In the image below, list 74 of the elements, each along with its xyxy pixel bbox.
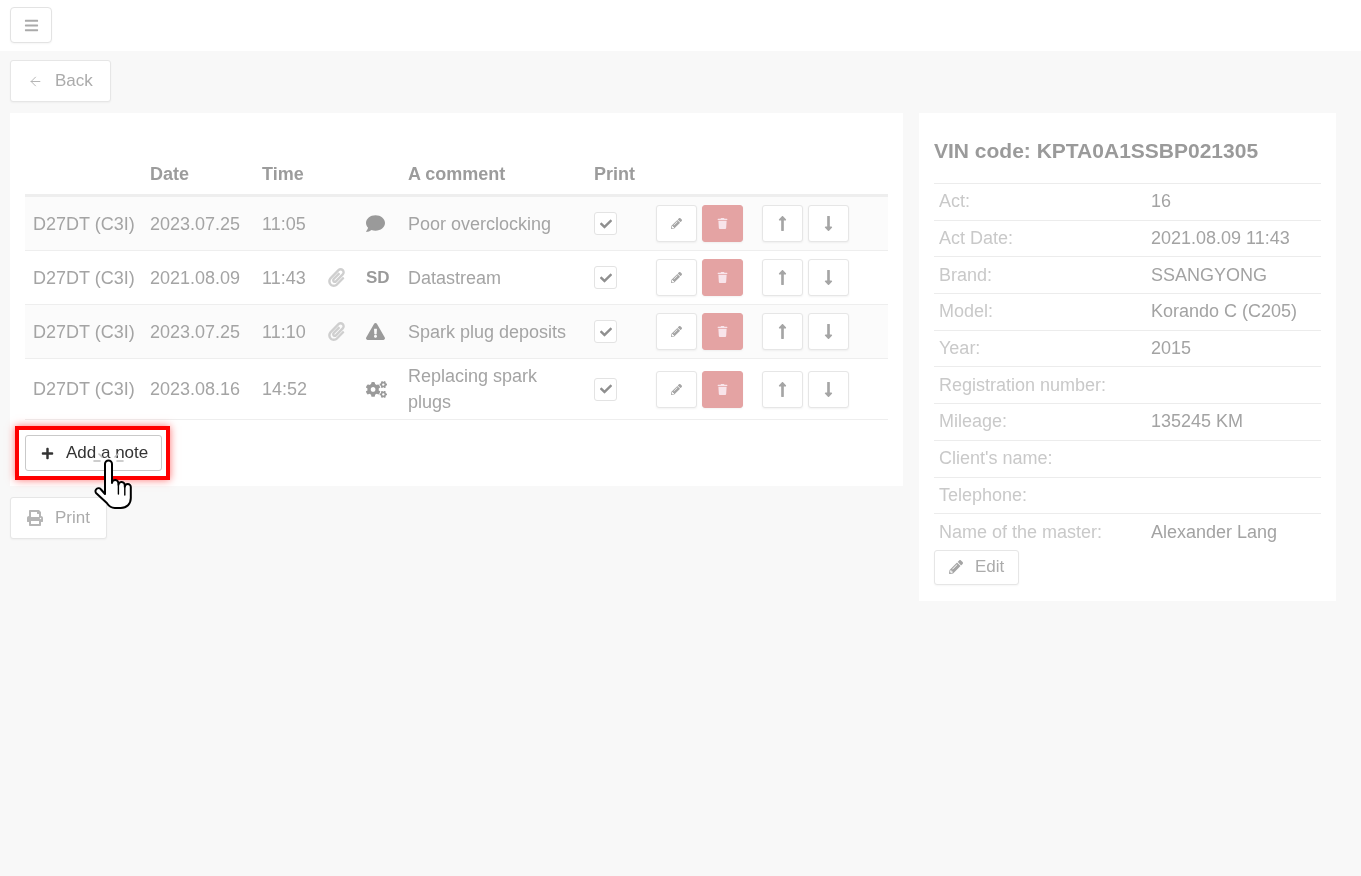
check-icon — [599, 325, 612, 338]
table-cell-text: 2023.08.16 — [150, 378, 241, 401]
move-down-button[interactable] — [808, 259, 849, 296]
arrow-left-icon — [28, 73, 43, 89]
delete-button[interactable] — [702, 313, 743, 350]
field-value: Korando C (C205) — [1150, 301, 1298, 323]
warning-icon — [366, 322, 385, 341]
edit-button[interactable] — [656, 313, 697, 350]
move-down-button[interactable] — [808, 370, 849, 408]
trash-icon — [717, 383, 728, 395]
move-up-button[interactable] — [762, 313, 803, 350]
column-header: Time — [261, 164, 304, 185]
menu-button[interactable] — [10, 7, 52, 43]
table-cell-text: D27DT (C3I) — [33, 320, 135, 344]
table-cell-text: 2023.07.25 — [150, 320, 241, 344]
move-up-button[interactable] — [762, 205, 803, 242]
add-note-button[interactable]: Add a note — [25, 435, 163, 471]
check-icon — [599, 383, 612, 395]
table-cell-text: 2021.08.09 — [150, 266, 241, 290]
speech-bubble-icon — [366, 214, 385, 233]
field-value: 135245 KM — [1150, 411, 1244, 433]
trash-icon — [717, 326, 728, 337]
pencil-icon — [671, 383, 682, 395]
check-icon — [599, 217, 612, 230]
table-cell-text: D27DT (C3I) — [33, 266, 135, 290]
table-cell-text: 11:43 — [262, 266, 306, 290]
type-label: SD — [366, 267, 390, 288]
delete-button[interactable] — [702, 205, 743, 242]
printer-icon — [27, 510, 43, 526]
edit-button[interactable]: Edit — [934, 549, 1020, 585]
field-value: SSANGYONG — [1150, 264, 1268, 286]
field-value: Alexander Lang — [1150, 521, 1278, 543]
field-value: 2015 — [1150, 338, 1192, 360]
pencil-icon — [949, 560, 963, 575]
print-checkbox[interactable] — [594, 212, 617, 235]
move-up-button[interactable] — [762, 259, 803, 296]
gears-icon — [366, 378, 387, 400]
trash-icon — [717, 272, 728, 283]
table-cell-text: 2023.07.25 — [150, 212, 241, 236]
table-cell-text: D27DT (C3I) — [33, 212, 135, 236]
print-checkbox[interactable] — [594, 377, 617, 401]
print-button[interactable]: Print — [10, 497, 107, 539]
table-cell-text: Replacing spark plugs — [408, 365, 539, 414]
column-header: Date — [149, 164, 189, 185]
back-button[interactable]: Back — [10, 60, 111, 102]
pencil-icon — [671, 272, 682, 283]
plus-icon — [41, 446, 54, 460]
edit-button[interactable] — [656, 259, 697, 296]
pencil-icon — [671, 326, 682, 337]
table-cell-text: 11:05 — [262, 212, 306, 236]
column-header: Print — [593, 164, 635, 185]
field-value: 16 — [1150, 191, 1172, 213]
menu-icon — [23, 17, 39, 33]
delete-button[interactable] — [702, 370, 743, 408]
table-cell-text: D27DT (C3I) — [33, 378, 135, 401]
trash-icon — [717, 218, 728, 229]
table-cell-text: 14:52 — [262, 378, 308, 401]
table-cell-text: 11:10 — [262, 320, 306, 344]
move-down-button[interactable] — [808, 313, 849, 350]
vin-title: VIN code: KPTA0A1SSBP021305 — [934, 138, 1260, 164]
table-cell-text: Spark plug deposits — [408, 320, 567, 344]
edit-button[interactable] — [656, 205, 697, 242]
field-value: 2021.08.09 11:43 — [1150, 228, 1290, 250]
delete-button[interactable] — [702, 259, 743, 296]
check-icon — [599, 271, 612, 284]
print-checkbox[interactable] — [594, 320, 617, 343]
table-cell-text: Datastream — [408, 266, 502, 290]
print-checkbox[interactable] — [594, 266, 617, 289]
move-down-button[interactable] — [808, 205, 849, 242]
move-up-button[interactable] — [762, 370, 803, 408]
pencil-icon — [671, 218, 682, 229]
table-cell-text: Poor overclocking — [408, 212, 552, 236]
edit-button[interactable] — [656, 370, 697, 408]
column-header: A comment — [407, 164, 506, 185]
